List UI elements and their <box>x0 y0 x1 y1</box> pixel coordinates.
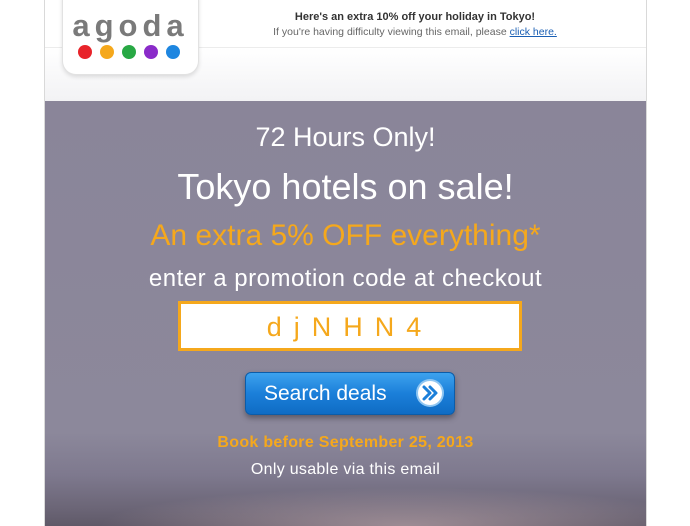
email-container: agoda Here's an extra 10% off your holid… <box>44 0 647 526</box>
email-header: agoda Here's an extra 10% off your holid… <box>45 0 646 102</box>
logo-dot-green <box>122 45 136 59</box>
header-subtitle-text: If you're having difficulty viewing this… <box>273 26 507 38</box>
logo-dots <box>78 45 180 59</box>
logo-dot-purple <box>144 45 158 59</box>
hero-instruction: enter a promotion code at checkout <box>148 265 543 292</box>
hero-line-72-hours: 72 Hours Only! <box>255 122 436 152</box>
header-title: Here's an extra 10% off your holiday in … <box>294 11 536 23</box>
logo-wordmark: agoda <box>72 8 189 43</box>
agoda-logo[interactable]: agoda <box>62 0 199 75</box>
promo-code-box[interactable]: djNHN4 <box>178 301 522 351</box>
hero-headline: Tokyo hotels on sale! <box>177 166 514 207</box>
usage-note: Only usable via this email <box>250 461 441 478</box>
hero-discount: An extra 5% OFF everything* <box>150 219 541 252</box>
booking-deadline: Book before September 25, 2013 <box>217 434 474 451</box>
hero-banner: 72 Hours Only! Tokyo hotels on sale! An … <box>45 101 646 526</box>
logo-dot-blue <box>166 45 180 59</box>
promo-code: djNHN4 <box>266 312 434 342</box>
search-deals-label: Search deals <box>264 382 387 405</box>
logo-dot-red <box>78 45 92 59</box>
hero-city-glow <box>45 481 646 526</box>
view-online-link[interactable]: click here. <box>510 26 557 38</box>
logo-dot-orange <box>100 45 114 59</box>
header-subtitle: If you're having difficulty viewing this… <box>265 24 565 40</box>
double-chevron-right-icon <box>418 381 442 405</box>
header-message: Here's an extra 10% off your holiday in … <box>265 10 565 40</box>
search-deals-button[interactable]: Search deals <box>245 372 455 415</box>
